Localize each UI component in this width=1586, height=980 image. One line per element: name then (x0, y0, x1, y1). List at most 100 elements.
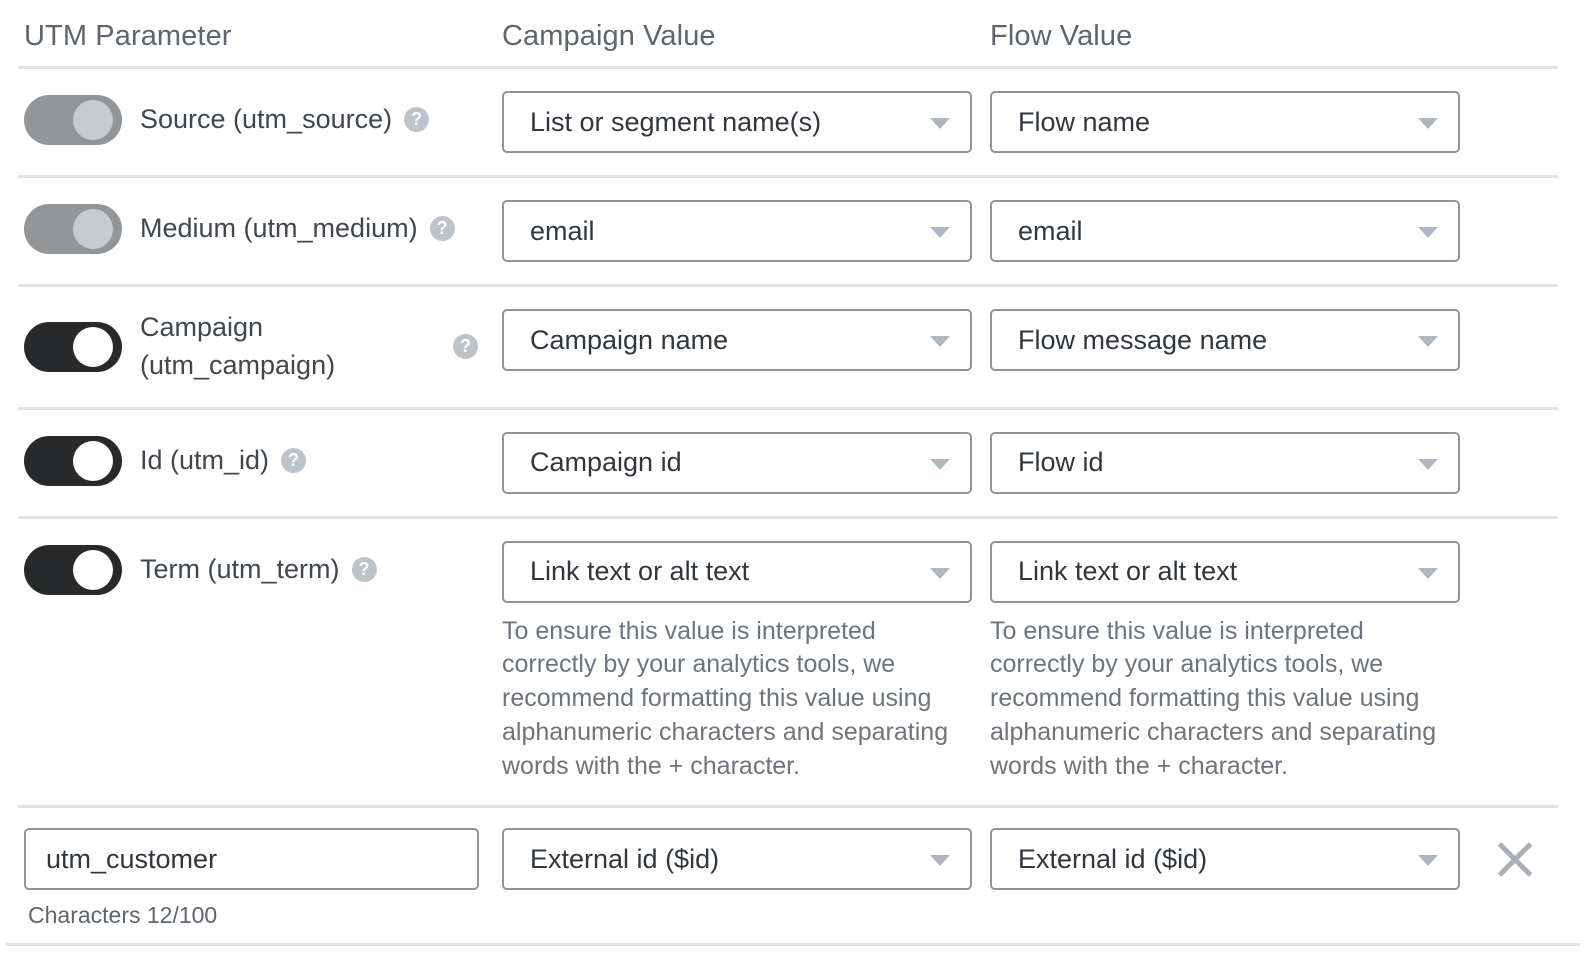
flow-value-select-id-text: Flow id (1018, 447, 1104, 478)
campaign-value-select-source[interactable]: List or segment name(s) (502, 91, 972, 153)
param-label-medium-text: Medium (utm_medium) (140, 213, 418, 244)
help-icon[interactable]: ? (453, 334, 478, 360)
param-label-term-text: Term (utm_term) (140, 554, 340, 585)
campaign-value-select-id-text: Campaign id (530, 447, 682, 478)
column-header-flow-value: Flow Value (990, 22, 1478, 51)
chevron-down-icon (930, 855, 950, 867)
flow-value-select-campaign[interactable]: Flow message name (990, 309, 1460, 371)
param-label-term: Term (utm_term) ? (140, 550, 502, 589)
help-icon[interactable]: ? (429, 216, 455, 242)
param-label-id: Id (utm_id) ? (140, 441, 502, 480)
campaign-value-cell-id: Campaign id (502, 431, 990, 494)
flow-value-select-custom-text: External id ($id) (1018, 843, 1208, 874)
column-header-flow-value-label: Flow Value (990, 20, 1133, 52)
table-row: Id (utm_id) ? Campaign id Flow id (0, 410, 1586, 516)
table-header-row: UTM Parameter Campaign Value Flow Value (0, 0, 1586, 66)
campaign-value-cell-campaign: Campaign name (502, 309, 990, 371)
toggle-campaign[interactable] (24, 321, 122, 372)
chevron-down-icon (1418, 227, 1438, 238)
campaign-value-select-medium-text: email (530, 215, 595, 246)
campaign-value-select-medium[interactable]: email (502, 200, 972, 262)
campaign-value-helper-text: To ensure this value is interpreted corr… (502, 616, 949, 780)
flow-value-select-medium[interactable]: email (990, 200, 1460, 262)
actions-cell-custom (1478, 828, 1586, 882)
column-header-campaign-value: Campaign Value (502, 22, 990, 51)
table-row: Source (utm_source) ? List or segment na… (0, 69, 1586, 175)
flow-value-select-medium-text: email (1018, 215, 1083, 246)
flow-value-select-custom[interactable]: External id ($id) (990, 828, 1460, 891)
close-icon[interactable] (1492, 836, 1538, 882)
campaign-value-select-custom[interactable]: External id ($id) (502, 828, 972, 891)
campaign-value-cell-term: Link text or alt text To ensure this val… (502, 540, 990, 784)
flow-value-cell-custom: External id ($id) (990, 828, 1478, 891)
toggle-source[interactable] (24, 95, 122, 145)
toggle-knob (73, 209, 113, 249)
param-cell-campaign: Campaign (utm_campaign) ? (0, 309, 502, 385)
toggle-medium[interactable] (24, 204, 122, 254)
flow-value-select-term-text: Link text or alt text (1018, 556, 1238, 587)
campaign-value-select-term-text: Link text or alt text (530, 556, 750, 587)
param-cell-source: Source (utm_source) ? (0, 91, 502, 149)
flow-value-helper-text: To ensure this value is interpreted corr… (990, 616, 1437, 780)
toggle-knob (73, 326, 113, 367)
table-bottom-divider (6, 943, 1580, 947)
column-header-utm-parameter-label: UTM Parameter (24, 20, 232, 52)
campaign-value-select-source-text: List or segment name(s) (530, 106, 822, 137)
custom-parameter-name-input[interactable] (24, 828, 479, 891)
param-cell-id: Id (utm_id) ? (0, 432, 502, 490)
param-label-campaign-text: Campaign (utm_campaign) (140, 312, 336, 380)
table-row: Medium (utm_medium) ? email email (0, 178, 1586, 284)
flow-value-cell-term: Link text or alt text To ensure this val… (990, 540, 1478, 784)
chevron-down-icon (930, 118, 950, 129)
campaign-value-cell-source: List or segment name(s) (502, 91, 990, 153)
chevron-down-icon (1418, 458, 1438, 470)
flow-value-cell-id: Flow id (990, 431, 1478, 494)
campaign-value-select-campaign-text: Campaign name (530, 324, 729, 355)
param-cell-term: Term (utm_term) ? (0, 541, 502, 599)
param-label-campaign: Campaign (utm_campaign) ? (140, 309, 502, 385)
toggle-term[interactable] (24, 544, 122, 595)
param-label-id-text: Id (utm_id) (140, 445, 270, 476)
help-icon[interactable]: ? (404, 107, 430, 133)
flow-value-select-id[interactable]: Flow id (990, 431, 1460, 494)
flow-value-select-term[interactable]: Link text or alt text (990, 540, 1460, 603)
table-row: Term (utm_term) ? Link text or alt text … (0, 519, 1586, 806)
help-icon[interactable]: ? (351, 557, 377, 583)
chevron-down-icon (1418, 567, 1438, 579)
param-label-medium: Medium (utm_medium) ? (140, 209, 502, 248)
campaign-value-select-campaign[interactable]: Campaign name (502, 309, 972, 371)
chevron-down-icon (930, 458, 950, 470)
utm-parameter-table: UTM Parameter Campaign Value Flow Value … (0, 0, 1586, 947)
toggle-knob (73, 440, 113, 481)
toggle-knob (73, 100, 113, 140)
param-label-source-text: Source (utm_source) (140, 104, 393, 135)
flow-value-select-source-text: Flow name (1018, 106, 1151, 137)
campaign-value-select-id[interactable]: Campaign id (502, 431, 972, 494)
character-counter: Characters 12/100 (28, 902, 218, 929)
custom-parameter-row: Characters 12/100 External id ($id) Exte… (0, 808, 1586, 943)
param-label-source: Source (utm_source) ? (140, 100, 502, 139)
column-header-campaign-value-label: Campaign Value (502, 20, 716, 52)
chevron-down-icon (930, 567, 950, 579)
column-header-utm-parameter: UTM Parameter (0, 22, 502, 51)
flow-value-cell-campaign: Flow message name (990, 309, 1478, 371)
flow-value-cell-source: Flow name (990, 91, 1478, 153)
chevron-down-icon (930, 227, 950, 238)
campaign-value-cell-medium: email (502, 200, 990, 262)
custom-param-cell: Characters 12/100 (0, 828, 502, 929)
param-cell-medium: Medium (utm_medium) ? (0, 200, 502, 258)
toggle-knob (73, 549, 113, 590)
flow-value-select-campaign-text: Flow message name (1018, 324, 1268, 355)
chevron-down-icon (1418, 118, 1438, 129)
flow-value-cell-medium: email (990, 200, 1478, 262)
chevron-down-icon (930, 336, 950, 347)
campaign-value-select-custom-text: External id ($id) (530, 843, 720, 874)
campaign-value-cell-custom: External id ($id) (502, 828, 990, 891)
chevron-down-icon (1418, 855, 1438, 867)
campaign-value-select-term[interactable]: Link text or alt text (502, 540, 972, 603)
help-icon[interactable]: ? (281, 448, 307, 474)
flow-value-select-source[interactable]: Flow name (990, 91, 1460, 153)
table-row: Campaign (utm_campaign) ? Campaign name F… (0, 287, 1586, 407)
chevron-down-icon (1418, 336, 1438, 347)
toggle-id[interactable] (24, 435, 122, 486)
